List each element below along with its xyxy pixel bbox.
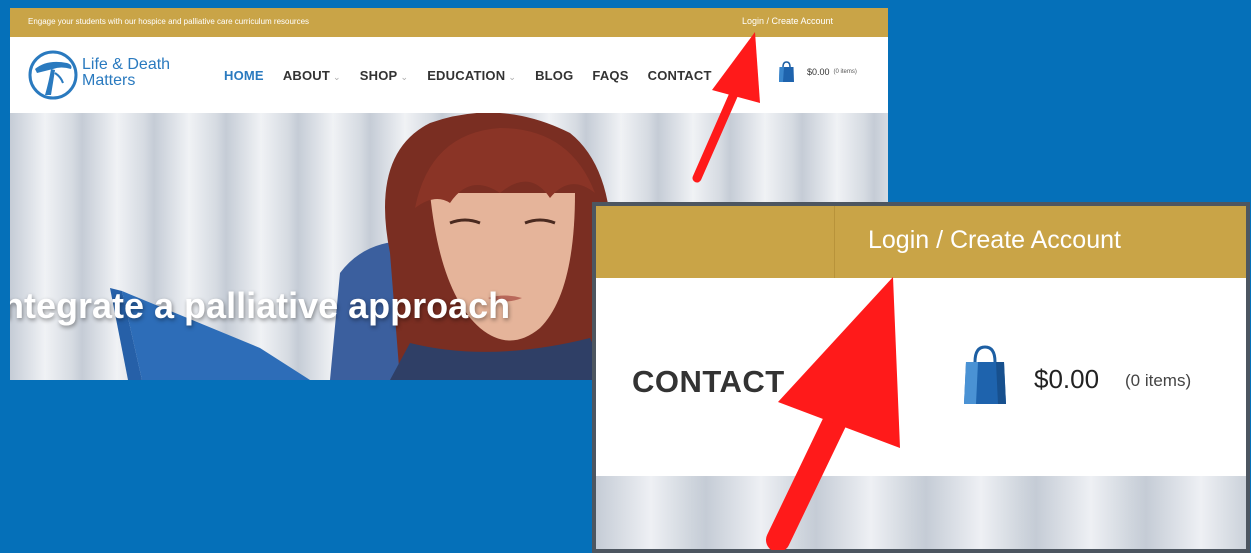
- zoom-cart-total: $0.00: [1034, 364, 1100, 394]
- nav-item-label: ABOUT: [282, 68, 331, 83]
- chevron-down-icon: ⌄: [400, 72, 409, 82]
- zoom-cart-item-count: (0 items): [1125, 371, 1192, 390]
- nav-item-label: CONTACT: [647, 68, 712, 83]
- cart-item-count: (0 items): [833, 69, 857, 75]
- nav-item-label: HOME: [224, 68, 264, 83]
- nav-item-label: EDUCATION: [427, 68, 506, 83]
- nav-item-about[interactable]: ABOUT ⌄: [283, 68, 341, 83]
- brand-line-1: Life & Death: [82, 56, 171, 73]
- hero-headline: ntegrate a palliative approach: [10, 285, 511, 326]
- zoom-hero-strip: [596, 476, 1246, 549]
- nav-item-education[interactable]: EDUCATION ⌄: [427, 68, 516, 83]
- cart-total: $0.00: [807, 67, 830, 77]
- brand-line-2: Matters: [82, 72, 136, 89]
- main-navigation: Life & Death Matters HOME ABOUT ⌄ SHOP ⌄ E…: [10, 37, 888, 113]
- zoom-shopping-bag-icon[interactable]: [962, 344, 1008, 406]
- nav-item-shop[interactable]: SHOP ⌄: [360, 68, 408, 83]
- zoom-bar-divider: [834, 206, 835, 278]
- nav-item-contact[interactable]: CONTACT: [648, 68, 712, 83]
- cart-widget[interactable]: $0.00 (0 items): [778, 61, 857, 83]
- logo-tree-icon[interactable]: [27, 49, 79, 106]
- nav-item-home[interactable]: HOME: [224, 68, 264, 83]
- nav-item-faqs[interactable]: FAQS: [592, 68, 628, 83]
- top-announcement-bar: Engage your students with our hospice an…: [10, 8, 888, 37]
- zoom-login-create-account-link[interactable]: Login / Create Account: [868, 226, 1121, 255]
- nav-menu: HOME ABOUT ⌄ SHOP ⌄ EDUCATION ⌄ BLOG FAQS C…: [224, 68, 731, 83]
- chevron-down-icon: ⌄: [508, 72, 517, 82]
- chevron-down-icon: ⌄: [333, 72, 341, 82]
- nav-item-label: BLOG: [535, 68, 574, 83]
- zoomed-inset: Login / Create Account CONTACT $0.00 (0 …: [592, 202, 1250, 553]
- nav-item-label: SHOP: [359, 68, 398, 83]
- brand-name[interactable]: Life & Death Matters: [82, 57, 170, 89]
- shopping-bag-icon: [779, 61, 794, 82]
- nav-item-blog[interactable]: BLOG: [535, 68, 573, 83]
- tagline-text: Engage your students with our hospice an…: [28, 17, 310, 26]
- nav-item-label: FAQS: [592, 68, 629, 83]
- zoom-nav-item-contact[interactable]: CONTACT: [632, 364, 785, 400]
- login-create-account-link[interactable]: Login / Create Account: [742, 16, 833, 26]
